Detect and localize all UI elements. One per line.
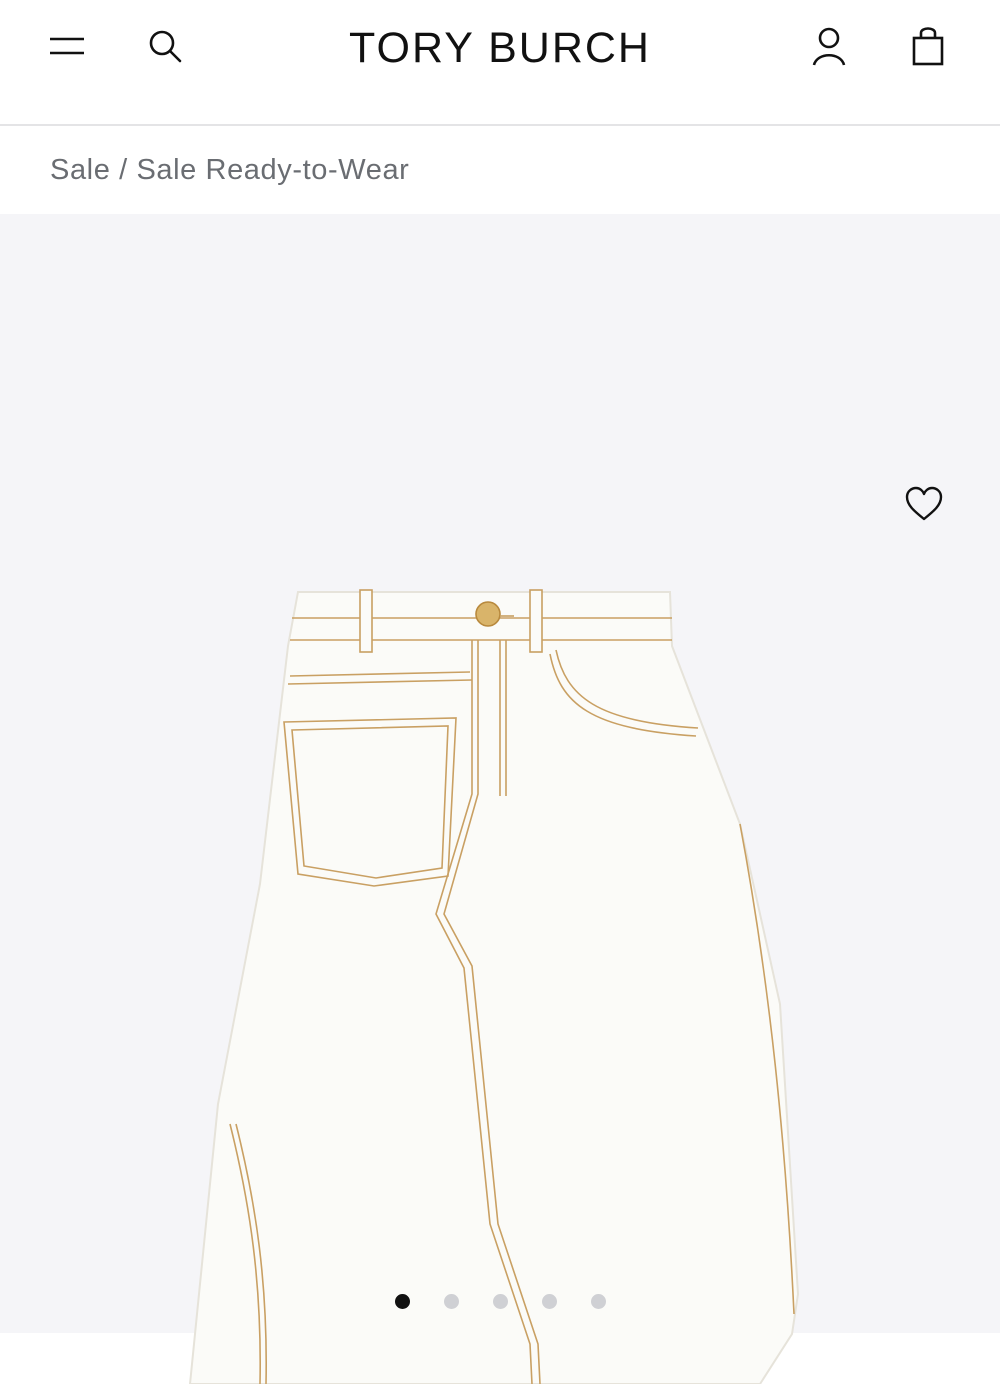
breadcrumb: Sale / Sale Ready-to-Wear <box>0 126 1000 214</box>
product-image-skirt[interactable] <box>180 584 820 1384</box>
shopping-bag-icon[interactable] <box>904 22 952 70</box>
breadcrumb-link-sale-ready-to-wear[interactable]: Sale Ready-to-Wear <box>136 154 409 187</box>
account-icon[interactable] <box>805 22 853 70</box>
carousel-dot-2[interactable] <box>443 1294 459 1309</box>
carousel-dot-3[interactable] <box>492 1294 508 1309</box>
site-header: TORY BURCH <box>0 0 1000 126</box>
product-image-gallery[interactable] <box>0 214 1000 1384</box>
image-carousel-dots <box>0 1294 1000 1309</box>
carousel-dot-5[interactable] <box>590 1294 606 1309</box>
carousel-dot-1[interactable] <box>394 1294 410 1309</box>
carousel-dot-4[interactable] <box>541 1294 557 1309</box>
breadcrumb-link-sale[interactable]: Sale <box>50 154 110 187</box>
heart-icon[interactable] <box>900 480 948 528</box>
breadcrumb-separator: / <box>110 153 137 186</box>
